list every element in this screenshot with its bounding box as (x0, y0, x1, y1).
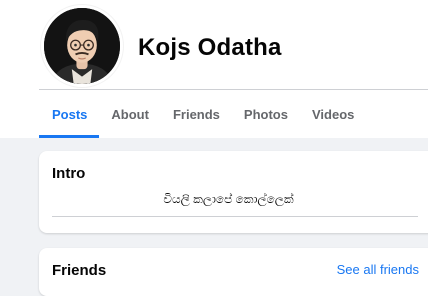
tab-photos[interactable]: Photos (232, 90, 300, 138)
avatar-illustration (44, 8, 120, 84)
friends-title: Friends (52, 262, 107, 279)
profile-header: Kojs Odatha Posts About Friends Photos V… (0, 0, 428, 138)
friends-card: Friends See all friends (39, 248, 428, 296)
intro-bio: වියලි කලාපේ කොල්ලෙක් (163, 192, 294, 206)
tab-videos[interactable]: Videos (300, 90, 366, 138)
see-all-friends-link[interactable]: See all friends (337, 262, 419, 277)
profile-name: Kojs Odatha (138, 34, 282, 61)
profile-avatar[interactable] (41, 5, 123, 87)
intro-title: Intro (52, 165, 86, 182)
intro-card: Intro වියලි කලාපේ කොල්ලෙක් (39, 151, 428, 233)
profile-tabs: Posts About Friends Photos Videos (39, 90, 366, 138)
tab-posts[interactable]: Posts (39, 90, 100, 138)
tab-friends[interactable]: Friends (161, 90, 232, 138)
intro-divider (52, 216, 418, 217)
tab-about[interactable]: About (99, 90, 161, 138)
